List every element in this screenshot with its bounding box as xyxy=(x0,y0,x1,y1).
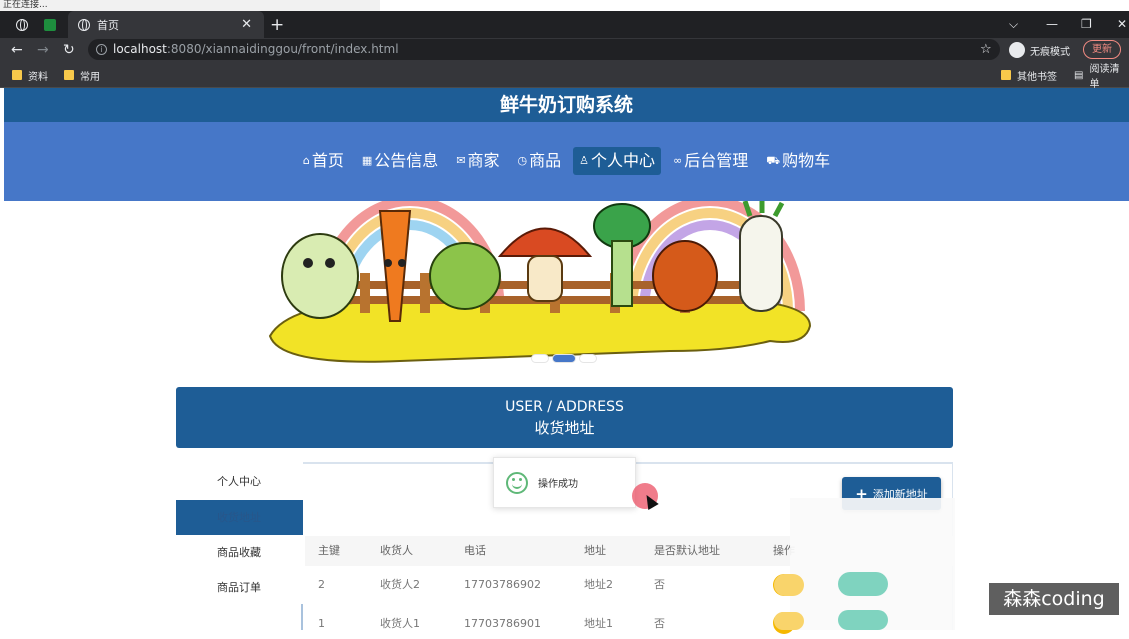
carousel-dots xyxy=(531,354,599,364)
nav-item-label: 商家 xyxy=(467,151,500,170)
tab-search-icon[interactable]: ⌵ xyxy=(1009,11,1018,38)
section-header: USER / ADDRESS 收货地址 xyxy=(176,387,953,448)
section-title-en: USER / ADDRESS xyxy=(505,399,624,415)
column-header-id: 主键 xyxy=(318,544,340,557)
nav-item-1[interactable]: ▦ 公告信息 xyxy=(356,147,444,175)
nav-item-0[interactable]: ⌂ 首页 xyxy=(297,147,350,175)
other-bookmarks[interactable]: 其他书签 xyxy=(1001,62,1057,88)
carousel-dot-active[interactable] xyxy=(552,354,576,363)
nav-item-label: 个人中心 xyxy=(591,151,656,170)
bookmark-folder[interactable]: 资料 xyxy=(12,62,48,88)
carousel-dot[interactable] xyxy=(579,354,597,363)
folder-icon xyxy=(12,70,22,80)
banner-image xyxy=(268,201,812,363)
nav-item-label: 后台管理 xyxy=(684,151,749,170)
url-text[interactable]: localhost:8080/xiannaidinggou/front/inde… xyxy=(113,39,399,60)
cell-address: 地址2 xyxy=(584,578,613,591)
bookmark-folder[interactable]: 常用 xyxy=(64,62,100,88)
side-menu-address[interactable]: 收货地址 xyxy=(176,500,303,535)
bookmark-star-icon[interactable]: ☆ xyxy=(980,38,992,62)
nav-item-label: 公告信息 xyxy=(374,151,439,170)
cart-icon: ⛟ xyxy=(766,154,781,167)
back-icon[interactable]: ← xyxy=(11,38,23,62)
cell-default: 否 xyxy=(654,578,665,591)
home-icon: ⌂ xyxy=(302,154,310,167)
tab-title: 首页 xyxy=(97,18,119,32)
smile-icon xyxy=(506,471,528,494)
cell-recipient: 收货人2 xyxy=(380,578,420,591)
watermark: 森森coding xyxy=(989,583,1119,615)
blurred-region xyxy=(774,498,955,630)
nav-item-label: 购物车 xyxy=(782,151,831,170)
side-menu-personal-center[interactable]: 个人中心 xyxy=(176,464,303,499)
column-header-address: 地址 xyxy=(584,544,606,557)
globe-icon xyxy=(16,18,28,31)
minimize-icon[interactable]: — xyxy=(1046,11,1058,38)
close-tab-icon[interactable]: ✕ xyxy=(241,17,252,32)
new-tab-button[interactable]: + xyxy=(270,11,284,38)
nav-item-label: 首页 xyxy=(311,151,344,170)
nav-item-5[interactable]: ∞ 后台管理 xyxy=(667,147,754,175)
reading-list[interactable]: ▤ 阅读清单 xyxy=(1074,62,1129,90)
column-header-recipient: 收货人 xyxy=(380,544,413,557)
cell-id: 2 xyxy=(318,578,325,591)
success-toast: 操作成功 xyxy=(493,457,636,508)
reading-list-icon: ▤ xyxy=(1074,69,1084,81)
cell-address: 地址1 xyxy=(584,617,613,630)
nav-item-4[interactable]: ♙ 个人中心 xyxy=(573,147,662,175)
user-icon: ♙ xyxy=(579,154,590,167)
sheets-tab[interactable] xyxy=(44,11,56,38)
site-title: 鲜牛奶订购系统 xyxy=(4,88,1129,122)
side-menu-orders[interactable]: 商品订单 xyxy=(176,570,303,605)
reload-icon[interactable]: ↻ xyxy=(63,38,75,62)
nav-item-3[interactable]: ◷ 商品 xyxy=(512,147,568,175)
nav-items: ⌂ 首页 ▦ 公告信息 ✉ 商家 ◷ 商品 ♙ 个人中心 ∞ 后台管理 ⛟ 购物车 xyxy=(4,147,1129,175)
loading-status: 正在连接... xyxy=(0,0,380,11)
clock-icon: ◷ xyxy=(517,154,528,167)
close-window-icon[interactable]: ✕ xyxy=(1117,11,1127,38)
site-info-icon[interactable]: i xyxy=(96,44,107,55)
nav-item-2[interactable]: ✉ 商家 xyxy=(450,147,505,175)
update-button[interactable]: 更新 xyxy=(1083,40,1121,59)
carousel-dot[interactable] xyxy=(531,354,549,363)
calendar-icon: ▦ xyxy=(361,154,373,167)
content-divider xyxy=(301,604,303,630)
column-header-phone: 电话 xyxy=(464,544,486,557)
nav-item-6[interactable]: ⛟ 购物车 xyxy=(760,147,836,175)
globe-icon xyxy=(78,18,90,31)
cell-id: 1 xyxy=(318,617,325,630)
restore-icon[interactable]: ❐ xyxy=(1081,11,1092,38)
toast-message: 操作成功 xyxy=(538,479,578,490)
cell-default: 否 xyxy=(654,617,665,630)
mail-icon: ✉ xyxy=(456,154,466,167)
forward-icon[interactable]: → xyxy=(37,38,49,62)
bookmarks-bar xyxy=(0,62,1129,88)
section-title-cn: 收货地址 xyxy=(534,419,595,437)
pinned-tab[interactable] xyxy=(16,11,35,38)
cell-recipient: 收货人1 xyxy=(380,617,420,630)
column-header-default: 是否默认地址 xyxy=(654,544,720,557)
active-tab[interactable]: 首页 ✕ xyxy=(68,11,264,38)
folder-icon xyxy=(1001,70,1011,80)
folder-icon xyxy=(64,70,74,80)
link-icon: ∞ xyxy=(673,154,683,167)
cell-phone: 17703786902 xyxy=(464,578,541,591)
cell-phone: 17703786901 xyxy=(464,617,541,630)
nav-item-label: 商品 xyxy=(529,151,562,170)
sheets-icon xyxy=(44,18,56,31)
incognito-indicator[interactable]: 无痕模式 xyxy=(1009,40,1070,60)
incognito-icon xyxy=(1009,42,1025,58)
side-menu-favorites[interactable]: 商品收藏 xyxy=(176,535,303,570)
